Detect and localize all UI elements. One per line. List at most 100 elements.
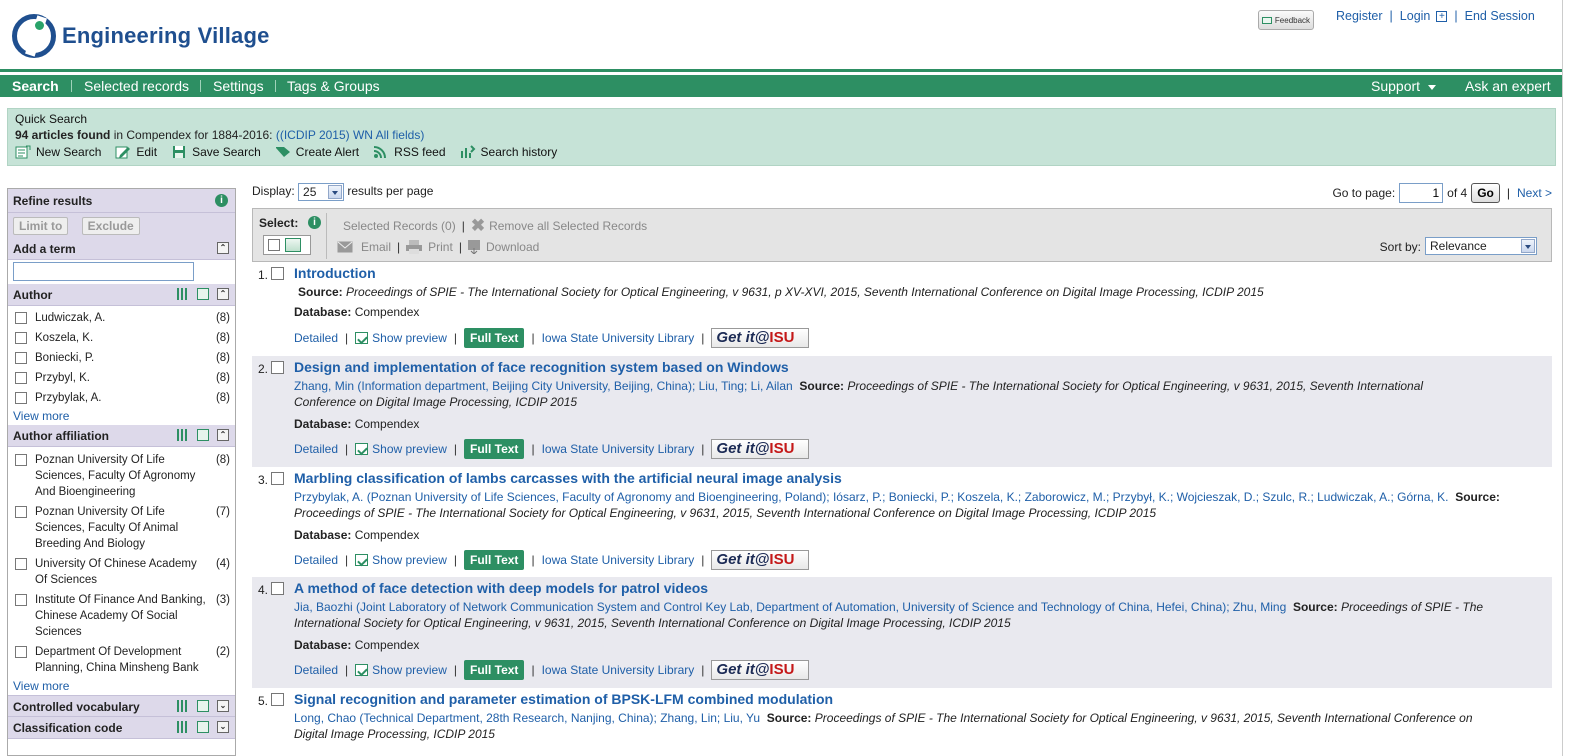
facet-checkbox[interactable] (15, 332, 27, 344)
collapse-icon[interactable]: ⌃ (217, 429, 229, 441)
export-icon[interactable] (197, 700, 209, 712)
result-authors[interactable]: Zhang, Min (Information department, Beij… (294, 379, 793, 393)
chart-icon[interactable] (177, 700, 189, 712)
collapse-icon[interactable]: ⌃ (217, 242, 229, 254)
facet-item[interactable]: Institute Of Finance And Banking, Chines… (8, 590, 235, 642)
print-link[interactable]: Print (428, 240, 453, 254)
result-authors[interactable]: Przybylak, A. (Poznan University of Life… (294, 490, 1449, 504)
result-title-link[interactable]: A method of face detection with deep mod… (294, 580, 708, 596)
result-checkbox[interactable] (271, 361, 284, 374)
save-search-button[interactable]: Save Search (171, 145, 261, 159)
facet-item[interactable]: Ludwiczak, A. (8) (8, 308, 235, 328)
detailed-link[interactable]: Detailed (294, 552, 338, 568)
detailed-link[interactable]: Detailed (294, 441, 338, 457)
end-session-link[interactable]: End Session (1465, 9, 1535, 23)
create-alert-button[interactable]: Create Alert (275, 145, 359, 159)
result-title-link[interactable]: Design and implementation of face recogn… (294, 359, 789, 375)
engineering-village-logo[interactable]: Engineering Village (12, 14, 270, 58)
full-text-button[interactable]: Full Text (463, 439, 525, 459)
full-text-button[interactable]: Full Text (463, 328, 525, 348)
limit-to-button[interactable]: Limit to (13, 217, 69, 235)
query-link[interactable]: ((ICDIP 2015) WN All fields) (276, 128, 424, 142)
facet-checkbox[interactable] (15, 312, 27, 324)
controlled-vocabulary-header[interactable]: Controlled vocabulary ⌄ (8, 695, 235, 717)
results-per-page-select[interactable]: 25 (298, 183, 345, 201)
nav-tags-groups[interactable]: Tags & Groups (287, 78, 380, 94)
facet-item[interactable]: Koszela, K. (8) (8, 328, 235, 348)
edit-button[interactable]: Edit (115, 145, 157, 159)
library-link[interactable]: Iowa State University Library (542, 662, 695, 678)
result-title-link[interactable]: Marbling classification of lambs carcass… (294, 470, 842, 486)
show-preview-link[interactable]: Show preview (355, 441, 447, 457)
nav-search[interactable]: Search (12, 78, 59, 94)
get-it-isu-button[interactable]: Get it@ISU (711, 550, 810, 570)
export-icon[interactable] (197, 288, 209, 300)
login-link[interactable]: Login (1400, 9, 1431, 23)
detailed-link[interactable]: Detailed (294, 662, 338, 678)
library-link[interactable]: Iowa State University Library (542, 441, 695, 457)
remove-all-selected-link[interactable]: Remove all Selected Records (489, 219, 647, 233)
go-button[interactable]: Go (1471, 183, 1500, 203)
library-link[interactable]: Iowa State University Library (542, 330, 695, 346)
facet-checkbox[interactable] (15, 594, 27, 606)
facet-item[interactable]: University Of Chinese Academy Of Science… (8, 554, 235, 590)
search-history-button[interactable]: Search history (460, 145, 557, 159)
full-text-button[interactable]: Full Text (463, 550, 525, 570)
facet-item[interactable]: Poznan University Of Life Sciences, Facu… (8, 450, 235, 502)
next-page-link[interactable]: Next > (1517, 186, 1552, 200)
facet-checkbox[interactable] (15, 506, 27, 518)
collapse-icon[interactable]: ⌃ (217, 288, 229, 300)
get-it-isu-button[interactable]: Get it@ISU (711, 328, 810, 348)
nav-selected-records[interactable]: Selected records (84, 78, 189, 94)
classification-code-header[interactable]: Classification code ⌄ (8, 717, 235, 739)
info-icon[interactable]: i (308, 216, 321, 229)
expand-icon[interactable]: ⌄ (217, 721, 229, 733)
select-all-checkbox[interactable] (268, 239, 280, 251)
facet-checkbox[interactable] (15, 372, 27, 384)
selected-records-link[interactable]: Selected Records (0) (343, 219, 456, 233)
get-it-isu-button[interactable]: Get it@ISU (711, 660, 810, 680)
feedback-button[interactable]: Feedback (1258, 10, 1314, 30)
result-authors[interactable]: Long, Chao (Technical Department, 28th R… (294, 711, 760, 725)
get-it-isu-button[interactable]: Get it@ISU (711, 439, 810, 459)
expand-login-icon[interactable]: + (1436, 10, 1448, 22)
rss-feed-button[interactable]: RSS feed (373, 145, 446, 159)
export-icon[interactable] (197, 429, 209, 441)
download-link[interactable]: Download (486, 240, 539, 254)
nav-ask-expert[interactable]: Ask an expert (1465, 78, 1551, 94)
result-authors[interactable]: Jia, Baozhi (Joint Laboratory of Network… (294, 600, 1286, 614)
facet-checkbox[interactable] (15, 646, 27, 658)
expand-icon[interactable]: ⌄ (217, 700, 229, 712)
new-search-button[interactable]: New Search (15, 145, 101, 159)
library-link[interactable]: Iowa State University Library (542, 552, 695, 568)
facet-checkbox[interactable] (15, 392, 27, 404)
result-checkbox[interactable] (271, 267, 284, 280)
show-preview-link[interactable]: Show preview (355, 552, 447, 568)
chart-icon[interactable] (177, 721, 189, 733)
info-icon[interactable]: i (215, 194, 228, 207)
nav-settings[interactable]: Settings (213, 78, 264, 94)
add-term-input[interactable] (13, 262, 194, 281)
nav-support[interactable]: Support (1371, 78, 1437, 94)
show-preview-link[interactable]: Show preview (355, 662, 447, 678)
export-icon[interactable] (197, 721, 209, 733)
result-title-link[interactable]: Introduction (294, 265, 376, 281)
facet-item[interactable]: Boniecki, P. (8) (8, 348, 235, 368)
facet-item[interactable]: Poznan University Of Life Sciences, Facu… (8, 502, 235, 554)
vertical-scrollbar[interactable] (1562, 0, 1591, 756)
select-all-dropdown[interactable] (263, 235, 311, 255)
facet-checkbox[interactable] (15, 558, 27, 570)
chart-icon[interactable] (177, 288, 189, 300)
facet-checkbox[interactable] (15, 352, 27, 364)
email-link[interactable]: Email (361, 240, 391, 254)
result-checkbox[interactable] (271, 472, 284, 485)
facet-item[interactable]: Department Of Development Planning, Chin… (8, 642, 235, 678)
show-preview-link[interactable]: Show preview (355, 330, 447, 346)
register-link[interactable]: Register (1336, 9, 1383, 23)
facet-checkbox[interactable] (15, 454, 27, 466)
exclude-button[interactable]: Exclude (81, 217, 140, 235)
result-title-link[interactable]: Signal recognition and parameter estimat… (294, 691, 833, 707)
chart-icon[interactable] (177, 429, 189, 441)
facet-item[interactable]: Przybylak, A. (8) (8, 388, 235, 408)
result-checkbox[interactable] (271, 693, 284, 706)
